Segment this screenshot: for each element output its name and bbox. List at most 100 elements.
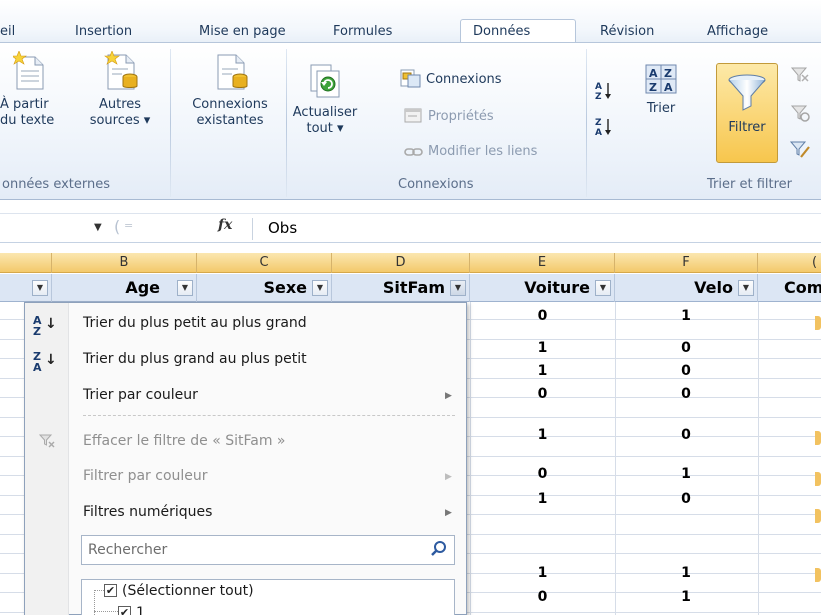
header-label-com: Com [784, 278, 821, 297]
refresh-all-label-2: tout ▾ [306, 121, 344, 136]
header-cell-sitfam[interactable]: SitFam ▼ [332, 274, 470, 302]
insert-function-icon[interactable]: fx [218, 217, 232, 233]
sort-descending-icon: ZA [33, 350, 42, 374]
filter-dropdown-a[interactable]: ▼ [32, 280, 48, 296]
cell-velo[interactable]: 0 [622, 427, 750, 443]
cell-velo[interactable]: 0 [622, 386, 750, 402]
name-box[interactable]: ▼ [0, 216, 158, 240]
column-header-c[interactable]: C [197, 253, 332, 273]
sort-dialog-icon: A Z Z A [645, 64, 677, 94]
autofilter-menu: AZ ↓ Trier du plus petit au plus grand Z… [24, 302, 467, 615]
filter-dropdown-velo[interactable]: ▼ [738, 280, 754, 296]
cell-voiture[interactable]: 1 [490, 565, 595, 581]
select-all-item[interactable]: ✔ (Sélectionner tout) [104, 582, 404, 600]
filter-button[interactable]: Filtrer [716, 63, 778, 163]
filter-dropdown-age[interactable]: ▼ [177, 280, 193, 296]
sort-ascending-icon: AZ [33, 314, 42, 338]
sort-z-to-a-button[interactable]: Z A [592, 115, 616, 142]
sort-ascending-item[interactable]: AZ ↓ Trier du plus petit au plus grand [25, 313, 466, 338]
header-cell-com[interactable]: Com [758, 274, 821, 302]
cell-voiture[interactable]: 0 [490, 466, 595, 482]
column-header-a[interactable] [0, 253, 52, 273]
sort-descending-item[interactable]: ZA ↓ Trier du plus grand au plus petit [25, 349, 466, 374]
chevron-down-icon[interactable]: ▼ [94, 222, 102, 233]
sort-a-to-z-button[interactable]: A Z [592, 79, 616, 106]
header-cell-voiture[interactable]: Voiture ▼ [470, 274, 615, 302]
cell-voiture[interactable]: 0 [490, 589, 595, 605]
funnel-icon [728, 74, 766, 111]
submenu-arrow-icon: ▶ [445, 508, 452, 518]
tab-home[interactable]: eil [0, 24, 15, 39]
cell-voiture[interactable]: 1 [490, 363, 595, 379]
clear-filter-item[interactable]: Effacer le filtre de « SitFam » [25, 431, 466, 453]
cancel-icon: = [124, 219, 134, 232]
tab-page-layout[interactable]: Mise en page [199, 24, 286, 39]
cell-velo[interactable]: 0 [622, 363, 750, 379]
formula-input[interactable]: Obs [268, 219, 297, 237]
column-header-e[interactable]: E [470, 253, 615, 273]
cell-voiture[interactable]: 0 [490, 386, 595, 402]
refresh-all-button[interactable]: Actualiser tout ▾ [290, 63, 360, 137]
svg-text:Z: Z [595, 118, 602, 128]
connections-button[interactable]: Connexions [400, 69, 502, 89]
other-sources-label-2: sources ▾ [89, 113, 151, 128]
existing-connections-button[interactable]: Connexions existantes [178, 51, 282, 129]
cell-voiture[interactable]: 1 [490, 491, 595, 507]
submenu-arrow-icon: ▶ [445, 391, 452, 401]
filter-by-color-item[interactable]: Filtrer par couleur ▶ [25, 466, 466, 488]
tab-data[interactable]: Données [460, 19, 576, 43]
sort-button[interactable]: A Z Z A Trier [636, 63, 686, 117]
cell-velo[interactable]: 0 [622, 340, 750, 356]
advanced-filter-button[interactable] [788, 139, 812, 164]
cell-velo[interactable]: 1 [622, 308, 750, 324]
arrow-down-icon: ↓ [45, 352, 57, 368]
sort-descending-label: Trier du plus grand au plus petit [83, 351, 307, 367]
cell-velo[interactable]: 0 [622, 491, 750, 507]
connections-label: Connexions [426, 71, 502, 87]
checkbox-checked-icon[interactable]: ✔ [118, 606, 131, 615]
value-item-1[interactable]: ✔ 1 [118, 604, 318, 615]
header-cell-sexe[interactable]: Sexe ▼ [197, 274, 332, 302]
connections-group-label: Connexions [398, 177, 474, 192]
cell-voiture[interactable]: 1 [490, 340, 595, 356]
checkbox-checked-icon[interactable]: ✔ [104, 584, 117, 597]
filter-dropdown-sexe[interactable]: ▼ [312, 280, 328, 296]
connections-icon [400, 69, 421, 88]
tab-formulas[interactable]: Formules [333, 24, 392, 39]
reapply-button[interactable] [788, 103, 812, 128]
tab-view[interactable]: Affichage [707, 24, 768, 39]
cell-voiture[interactable]: 0 [490, 308, 595, 324]
header-cell-a[interactable]: ▼ [0, 274, 52, 302]
sort-by-color-item[interactable]: Trier par couleur ▶ [25, 385, 466, 407]
filter-search-input[interactable]: Rechercher [81, 535, 455, 565]
svg-text:A: A [595, 82, 602, 92]
text-file-icon [13, 51, 44, 90]
header-cell-age[interactable]: Age ▼ [52, 274, 197, 302]
properties-button[interactable]: Propriétés [404, 107, 494, 125]
from-text-button[interactable]: À partir du texte [0, 51, 60, 129]
filter-values-list[interactable]: ✔ (Sélectionner tout) ✔ 1 [81, 579, 455, 615]
column-header-f[interactable]: F [615, 253, 758, 273]
tab-insert[interactable]: Insertion [75, 24, 132, 39]
filter-dropdown-sitfam[interactable]: ▼ [450, 280, 466, 296]
header-label-velo: Velo [694, 278, 733, 297]
sort-label: Trier [646, 101, 676, 116]
column-header-g[interactable]: ( [758, 253, 821, 273]
cell-voiture[interactable]: 1 [490, 427, 595, 443]
number-filters-item[interactable]: Filtres numériques ▶ [25, 502, 466, 524]
edit-links-button[interactable]: Modifier les liens [404, 144, 537, 159]
formula-bar-divider-icon: ( [114, 217, 121, 236]
cell-velo[interactable]: 1 [622, 565, 750, 581]
database-file-icon [104, 51, 138, 90]
column-header-b[interactable]: B [52, 253, 197, 273]
sort-ascending-icon: A Z [595, 82, 611, 102]
cell-velo[interactable]: 1 [622, 589, 750, 605]
tab-review[interactable]: Révision [600, 24, 654, 39]
group-separator [286, 49, 287, 197]
other-sources-button[interactable]: Autres sources ▾ [80, 51, 160, 129]
filter-dropdown-voiture[interactable]: ▼ [595, 280, 611, 296]
header-cell-velo[interactable]: Velo ▼ [615, 274, 758, 302]
cell-velo[interactable]: 1 [622, 466, 750, 482]
column-header-d[interactable]: D [332, 253, 470, 273]
clear-filter-button[interactable] [788, 65, 812, 90]
